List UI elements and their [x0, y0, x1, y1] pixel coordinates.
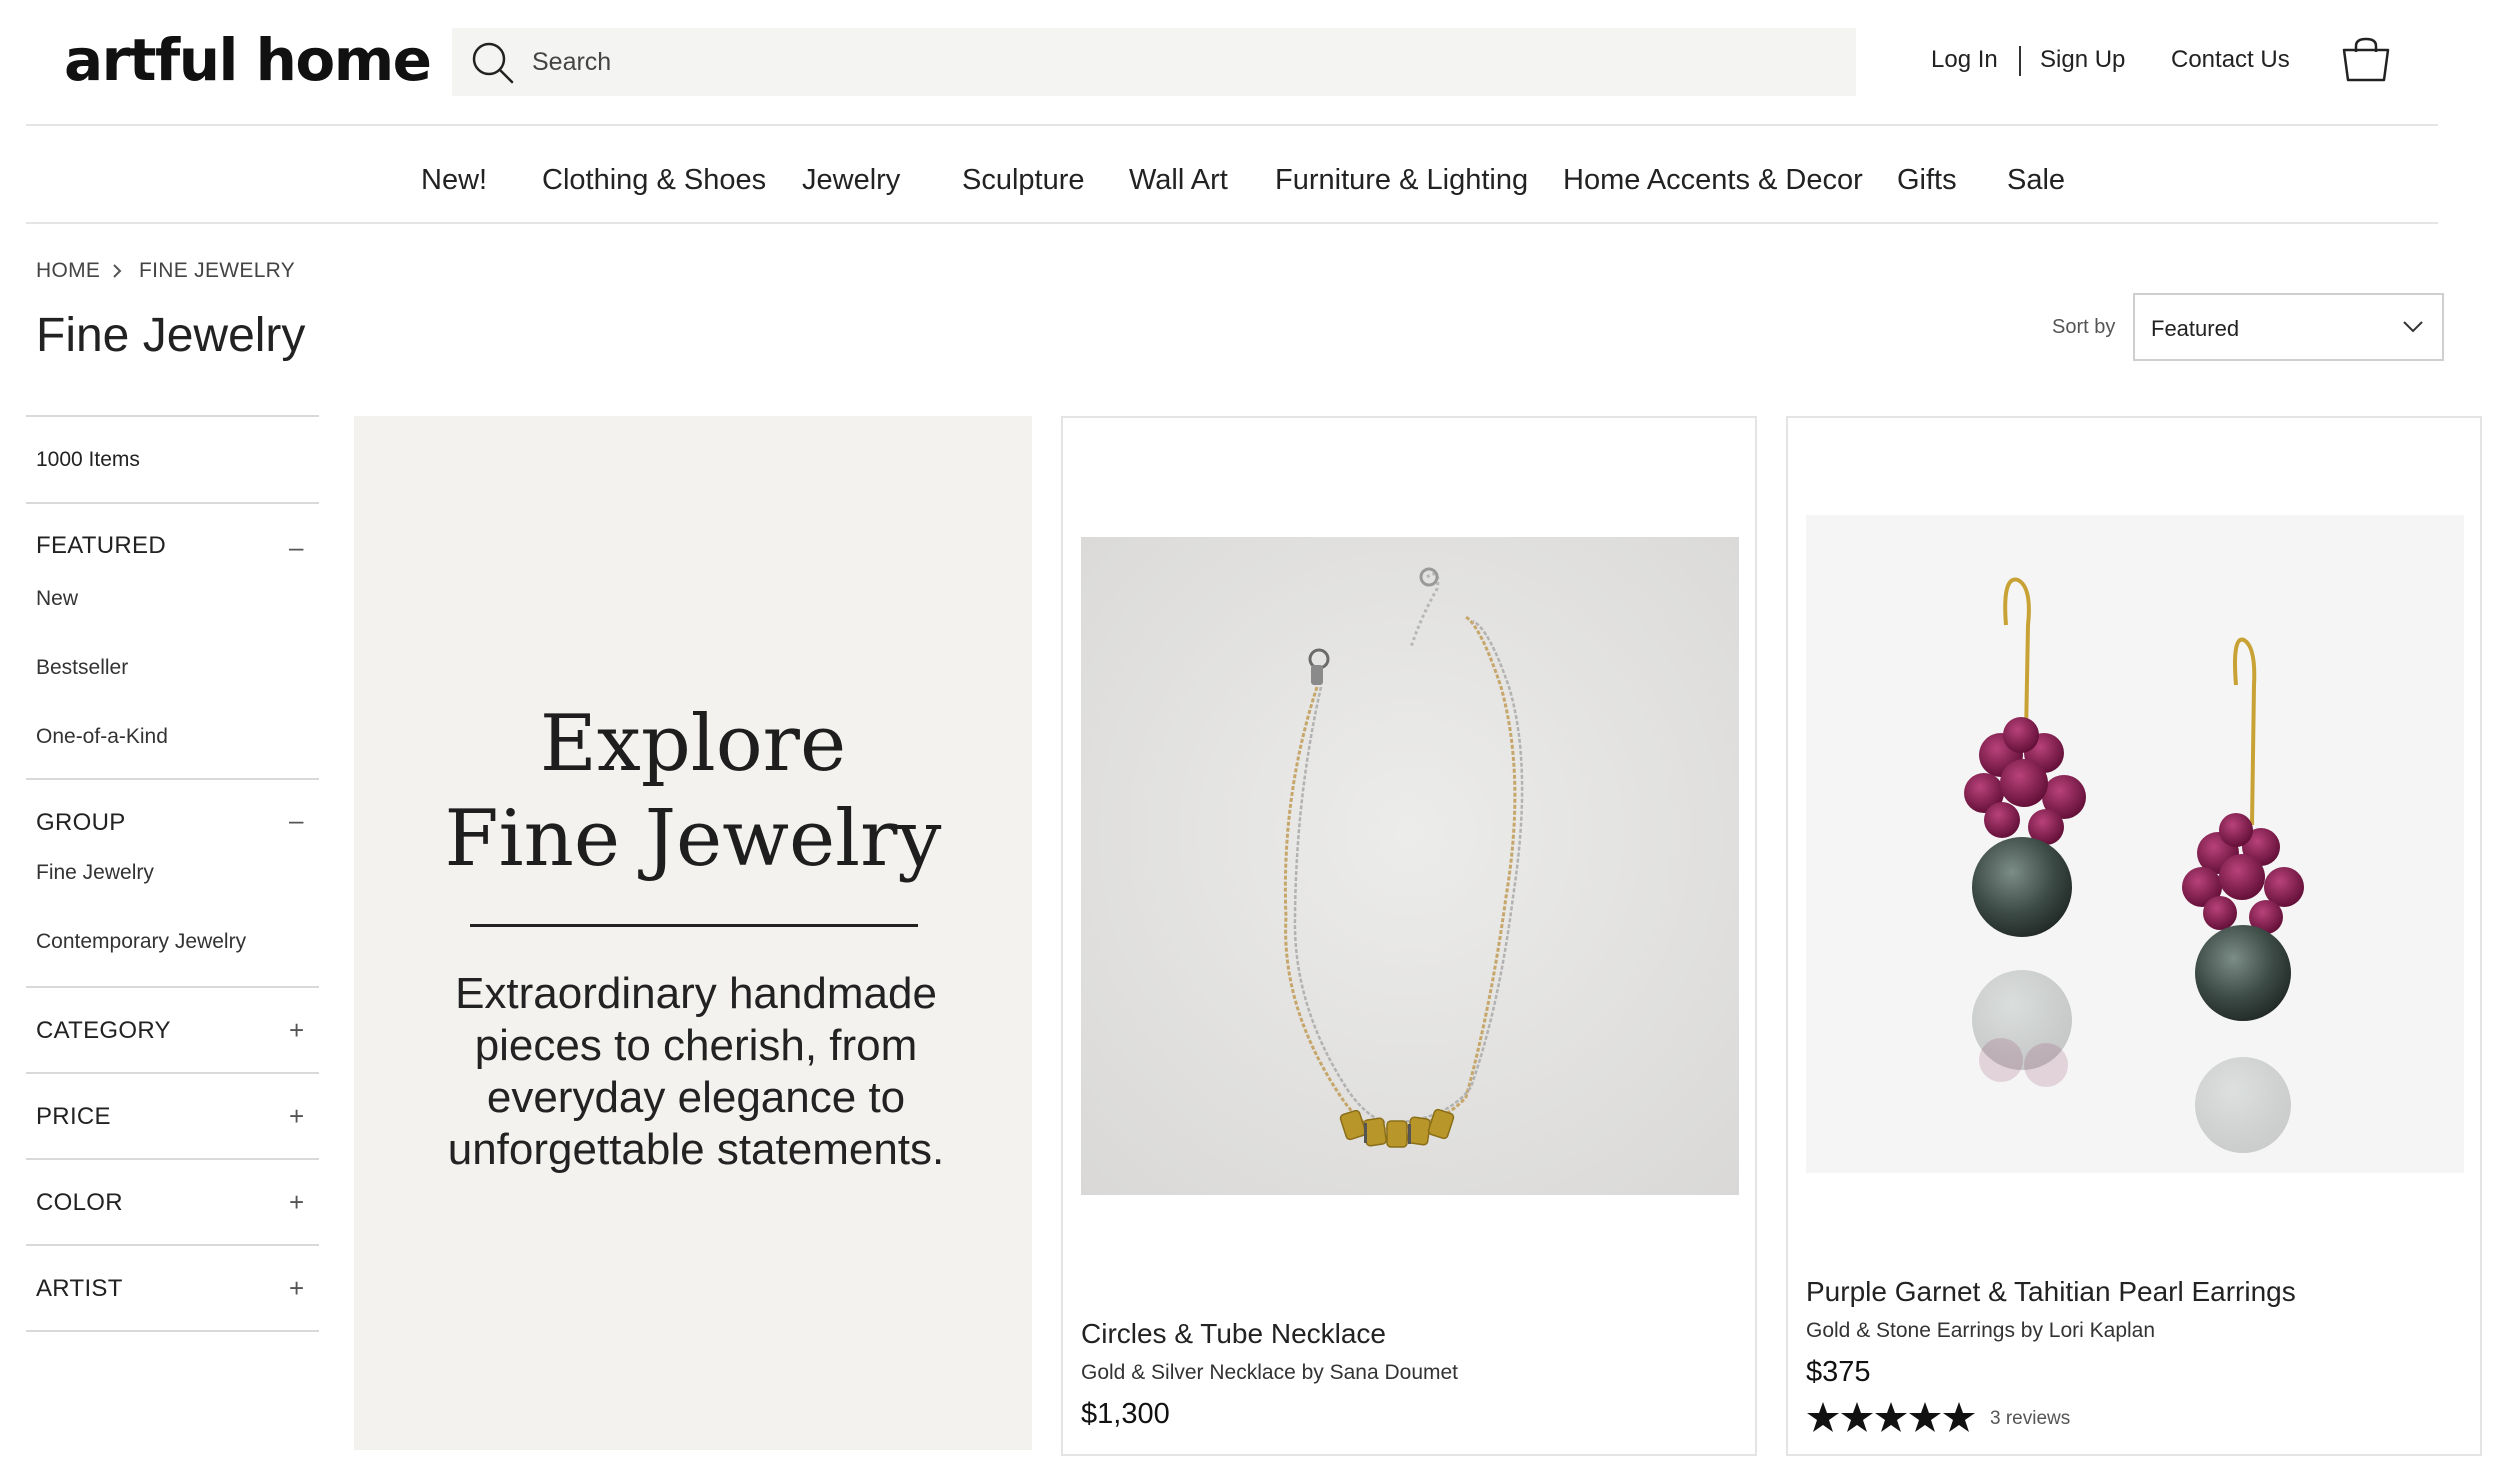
nav-item-wall-art[interactable]: Wall Art — [1129, 164, 1228, 197]
search-icon[interactable] — [470, 40, 516, 86]
search-input[interactable]: Search — [532, 48, 611, 77]
expand-icon[interactable]: + — [289, 1187, 304, 1218]
nav-item-furniture-lighting[interactable]: Furniture & Lighting — [1275, 164, 1528, 197]
nav-item-gifts[interactable]: Gifts — [1897, 164, 1957, 197]
chevron-right-icon — [113, 264, 122, 278]
star-icon — [1875, 1402, 1907, 1432]
product-name[interactable]: Circles & Tube Necklace — [1081, 1318, 1386, 1350]
star-icon — [1807, 1402, 1839, 1432]
header-divider — [2019, 46, 2021, 76]
sort-label: Sort by — [2052, 316, 2116, 338]
product-image[interactable] — [1806, 515, 2464, 1173]
divider — [26, 502, 319, 504]
divider — [26, 415, 319, 417]
sort-value: Featured — [2151, 316, 2240, 341]
sort-dropdown[interactable]: Featured — [2133, 293, 2444, 361]
nav-item-sculpture[interactable]: Sculpture — [962, 164, 1085, 197]
expand-icon[interactable]: + — [289, 1101, 304, 1132]
product-description: Gold & Stone Earrings by Lori Kaplan — [1806, 1319, 2156, 1342]
product-card[interactable]: Circles & Tube Necklace Gold & Silver Ne… — [1061, 416, 1757, 1456]
filter-option-one-of-a-kind[interactable]: One-of-a-Kind — [36, 725, 168, 749]
star-icon — [1943, 1402, 1975, 1432]
chevron-down-icon — [2403, 321, 2423, 333]
filter-artist-header[interactable]: ARTIST — [36, 1275, 123, 1303]
header-divider-line — [26, 124, 2438, 126]
product-card[interactable]: Purple Garnet & Tahitian Pearl Earrings … — [1786, 416, 2482, 1456]
divider — [26, 986, 319, 988]
star-icon — [1909, 1402, 1941, 1432]
breadcrumb-home[interactable]: HOME — [36, 259, 100, 283]
filter-price-header[interactable]: PRICE — [36, 1103, 111, 1131]
nav-item-jewelry[interactable]: Jewelry — [802, 164, 900, 197]
page-title: Fine Jewelry — [36, 309, 306, 362]
site-logo[interactable]: artful home — [64, 26, 432, 94]
collapse-icon[interactable]: – — [289, 532, 303, 563]
nav-item-clothing-shoes[interactable]: Clothing & Shoes — [542, 164, 766, 197]
product-description: Gold & Silver Necklace by Sana Doumet — [1081, 1361, 1459, 1384]
star-icons — [1807, 1402, 1975, 1432]
shopping-bag-icon[interactable] — [2340, 36, 2392, 84]
promo-tile[interactable]: Explore Fine Jewelry Extraordinary handm… — [354, 416, 1032, 1450]
filter-color-header[interactable]: COLOR — [36, 1189, 123, 1217]
expand-icon[interactable]: + — [289, 1273, 304, 1304]
product-price: $1,300 — [1081, 1398, 1170, 1430]
promo-heading-line1: Explore — [539, 699, 847, 789]
filter-featured-header[interactable]: FEATURED — [36, 532, 166, 560]
filter-option-bestseller[interactable]: Bestseller — [36, 656, 128, 680]
divider — [26, 1330, 319, 1332]
nav-item-home-accents[interactable]: Home Accents & Decor — [1563, 164, 1863, 197]
promo-description: Extraordinary handmade pieces to cherish… — [447, 969, 945, 1174]
filter-option-contemporary-jewelry[interactable]: Contemporary Jewelry — [36, 930, 246, 954]
contact-link[interactable]: Contact Us — [2171, 46, 2290, 74]
product-image[interactable] — [1081, 537, 1739, 1195]
filter-group-header[interactable]: GROUP — [36, 809, 126, 837]
divider — [26, 1158, 319, 1160]
collapse-icon[interactable]: – — [289, 805, 303, 836]
item-count: 1000 Items — [36, 448, 140, 471]
divider — [26, 778, 319, 780]
nav-divider-line — [26, 222, 2438, 224]
expand-icon[interactable]: + — [289, 1015, 304, 1046]
site-header: artful home Search Log In Sign Up Contac… — [0, 0, 2500, 125]
star-rating — [1807, 1402, 1975, 1432]
search-bar[interactable]: Search — [452, 28, 1856, 96]
nav-item-sale[interactable]: Sale — [2007, 164, 2065, 197]
breadcrumb-current: FINE JEWELRY — [139, 259, 296, 282]
review-count-link[interactable]: 3 reviews — [1990, 1408, 2070, 1430]
promo-heading-line2: Fine Jewelry — [444, 794, 942, 884]
product-name[interactable]: Purple Garnet & Tahitian Pearl Earrings — [1806, 1276, 2296, 1308]
filter-option-fine-jewelry[interactable]: Fine Jewelry — [36, 861, 154, 885]
divider — [26, 1244, 319, 1246]
star-icon — [1841, 1402, 1873, 1432]
nav-item-new[interactable]: New! — [421, 164, 487, 197]
promo-divider — [470, 924, 918, 927]
login-link[interactable]: Log In — [1931, 46, 1998, 74]
signup-link[interactable]: Sign Up — [2040, 46, 2125, 74]
filter-category-header[interactable]: CATEGORY — [36, 1017, 171, 1045]
product-price: $375 — [1806, 1356, 1871, 1388]
filter-option-new[interactable]: New — [36, 587, 78, 611]
divider — [26, 1072, 319, 1074]
